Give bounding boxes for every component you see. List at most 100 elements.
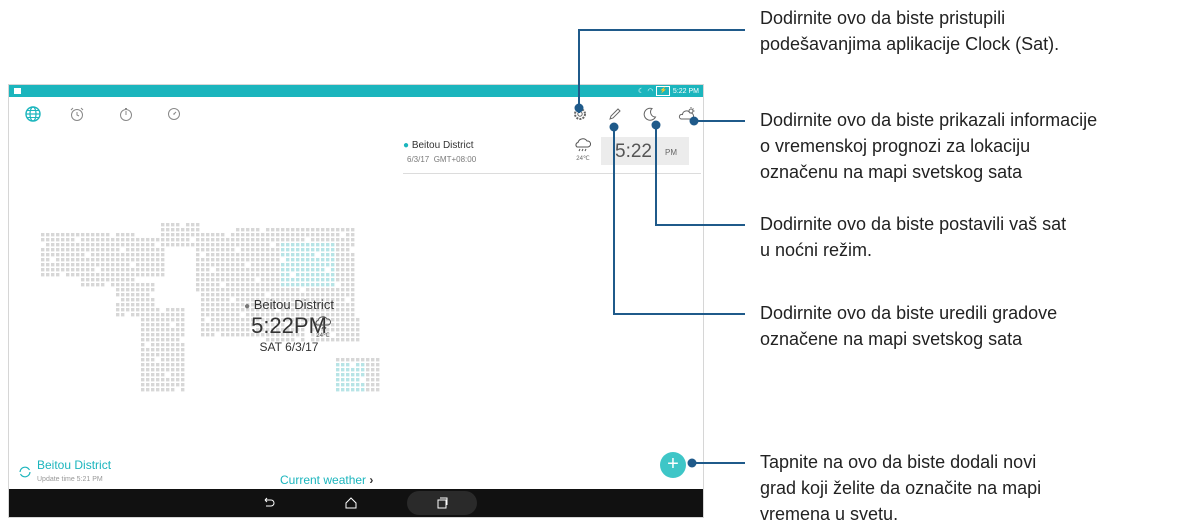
map-dot <box>301 273 305 277</box>
map-dot <box>71 273 75 277</box>
map-dot <box>61 233 65 237</box>
map-dot <box>331 233 335 237</box>
map-dot <box>101 273 105 277</box>
refresh-icon[interactable] <box>17 464 33 480</box>
map-dot <box>101 263 105 267</box>
map-dot <box>121 233 125 237</box>
map-dot <box>146 293 150 297</box>
weather-cloud-sun-icon[interactable] <box>678 106 695 122</box>
stopwatch-icon[interactable] <box>118 106 134 122</box>
map-dot <box>331 263 335 267</box>
map-dot <box>226 268 230 272</box>
map-dot <box>81 258 85 262</box>
map-dot <box>231 293 235 297</box>
map-dot <box>96 283 100 287</box>
timer-icon[interactable] <box>166 106 182 122</box>
map-dot <box>251 263 255 267</box>
map-dot <box>151 378 155 382</box>
edit-pencil-icon[interactable] <box>607 106 623 122</box>
map-dot <box>151 303 155 307</box>
tab-bar <box>9 97 703 131</box>
map-dot <box>366 363 370 367</box>
map-dot <box>236 263 240 267</box>
map-dot <box>296 258 300 262</box>
globe-icon[interactable] <box>25 106 41 122</box>
map-dot <box>181 228 185 232</box>
map-dot <box>246 258 250 262</box>
map-dot <box>296 283 300 287</box>
map-dot <box>226 243 230 247</box>
map-dot <box>181 343 185 347</box>
map-dot <box>276 288 280 292</box>
map-dot <box>171 358 175 362</box>
map-dot <box>336 258 340 262</box>
map-dot <box>116 308 120 312</box>
map-dot <box>256 228 260 232</box>
map-dot <box>91 248 95 252</box>
map-dot <box>286 258 290 262</box>
map-dot <box>326 283 330 287</box>
map-dot <box>141 323 145 327</box>
map-dot <box>356 333 360 337</box>
night-mode-moon-icon[interactable] <box>642 106 658 122</box>
map-dot <box>241 273 245 277</box>
map-dot <box>56 238 60 242</box>
map-dot <box>336 378 340 382</box>
add-city-button[interactable]: + <box>660 452 686 478</box>
recent-apps-icon[interactable] <box>435 496 449 510</box>
map-dot <box>286 273 290 277</box>
map-dot <box>211 308 215 312</box>
map-dot <box>346 378 350 382</box>
map-dot <box>111 278 115 282</box>
map-dot <box>221 278 225 282</box>
map-dot <box>141 368 145 372</box>
map-dot <box>161 318 165 322</box>
city-card[interactable]: ● Beitou District 6/3/17 GMT+08:00 24℃ 5… <box>403 135 701 174</box>
map-dot <box>176 363 180 367</box>
map-dot <box>331 273 335 277</box>
map-dot <box>141 383 145 387</box>
map-dot <box>226 258 230 262</box>
map-dot <box>351 238 355 242</box>
map-dot <box>306 253 310 257</box>
map-dot <box>291 238 295 242</box>
map-dot <box>151 318 155 322</box>
map-city-label[interactable]: ● Beitou District 5:22PM 24℃ SAT 6/3/17 <box>224 297 354 354</box>
map-dot <box>181 348 185 352</box>
settings-gear-icon[interactable] <box>572 106 588 122</box>
map-dot <box>156 323 160 327</box>
map-dot <box>296 273 300 277</box>
map-dot <box>166 228 170 232</box>
map-dot <box>316 273 320 277</box>
map-dot <box>171 348 175 352</box>
map-dot <box>151 273 155 277</box>
map-dot <box>91 233 95 237</box>
map-dot <box>146 253 150 257</box>
map-dot <box>146 243 150 247</box>
map-dot <box>311 253 315 257</box>
home-icon[interactable] <box>344 496 358 510</box>
map-dot <box>321 268 325 272</box>
back-icon[interactable] <box>261 496 275 510</box>
map-dot <box>121 273 125 277</box>
map-dot <box>141 388 145 392</box>
map-dot <box>91 253 95 257</box>
map-dot <box>141 338 145 342</box>
map-dot <box>196 223 200 227</box>
map-dot <box>211 243 215 247</box>
alarm-clock-icon[interactable] <box>69 106 85 122</box>
map-dot <box>326 248 330 252</box>
map-dot <box>211 293 215 297</box>
map-dot <box>161 273 165 277</box>
map-dot <box>146 308 150 312</box>
map-dot <box>351 253 355 257</box>
map-dot <box>91 238 95 242</box>
map-dot <box>111 238 115 242</box>
current-weather-link[interactable]: Current weather › <box>280 473 373 487</box>
map-dot <box>181 313 185 317</box>
map-dot <box>146 323 150 327</box>
map-dot <box>206 323 210 327</box>
map-dot <box>191 243 195 247</box>
map-dot <box>306 278 310 282</box>
map-dot <box>226 263 230 267</box>
